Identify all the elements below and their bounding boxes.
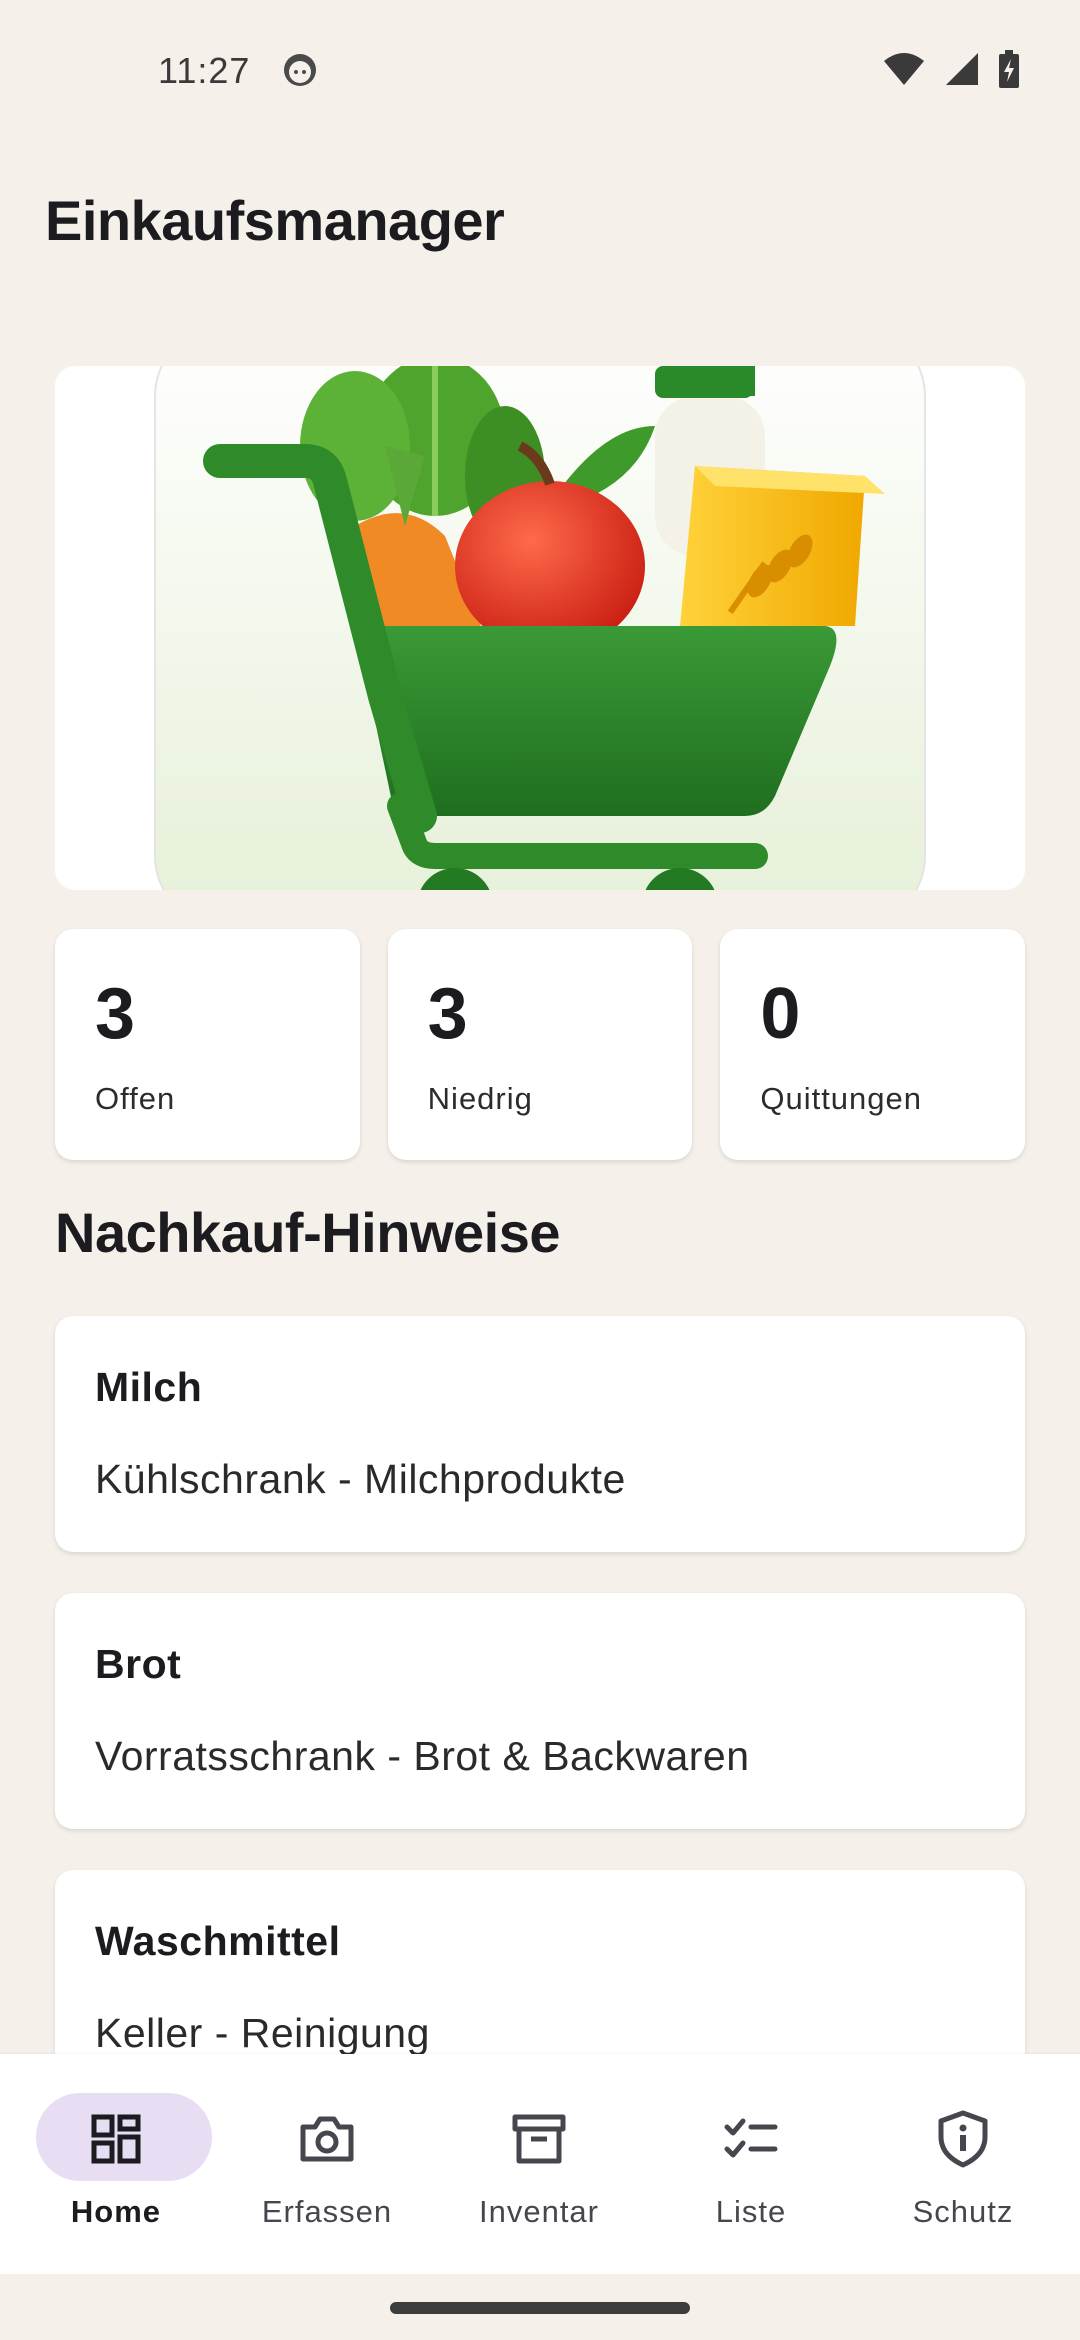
status-icons	[882, 50, 1020, 88]
hint-location: Kühlschrank - Milchprodukte	[95, 1456, 626, 1502]
nav-label-liste: Liste	[715, 2194, 787, 2229]
hint-location: Vorratsschrank - Brot & Backwaren	[95, 1733, 750, 1779]
hint-location: Keller - Reinigung	[95, 2010, 430, 2056]
camera-icon	[300, 2116, 354, 2162]
stat-label: Quittungen	[760, 1081, 923, 1116]
nav-label-home: Home	[70, 2194, 162, 2229]
stat-card-quittungen[interactable]: 0 Quittungen	[720, 929, 1026, 1160]
signal-icon	[946, 53, 978, 85]
bottom-navigation: Home Erfassen Inventar Liste Schutz	[0, 2054, 1080, 2274]
nav-item-schutz[interactable]: Schutz	[855, 2054, 1071, 2274]
nav-item-liste[interactable]: Liste	[643, 2054, 859, 2274]
stat-card-offen[interactable]: 3 Offen	[55, 929, 360, 1160]
battery-charging-icon	[999, 50, 1019, 88]
face-icon	[284, 54, 316, 86]
stat-label: Niedrig	[427, 1081, 533, 1116]
nav-item-home[interactable]: Home	[8, 2054, 224, 2274]
stat-value: 3	[427, 974, 468, 1054]
hint-card-brot[interactable]: Brot Vorratsschrank - Brot & Backwaren	[55, 1593, 1025, 1829]
page-title: Einkaufsmanager	[45, 189, 505, 252]
hint-name: Brot	[95, 1641, 182, 1687]
stat-card-niedrig[interactable]: 3 Niedrig	[387, 929, 693, 1160]
hint-card-milch[interactable]: Milch Kühlschrank - Milchprodukte	[55, 1316, 1025, 1552]
nav-label-erfassen: Erfassen	[261, 2194, 393, 2229]
home-gesture-handle[interactable]	[390, 2302, 690, 2314]
nav-label-schutz: Schutz	[912, 2194, 1014, 2229]
shield-info-icon	[938, 2110, 988, 2168]
archive-box-icon	[512, 2114, 566, 2164]
checklist-icon	[724, 2118, 778, 2158]
hero-card	[55, 366, 1025, 890]
stat-value: 0	[760, 974, 801, 1054]
nav-item-erfassen[interactable]: Erfassen	[219, 2054, 435, 2274]
gesture-area	[0, 2274, 1080, 2340]
hint-name: Milch	[95, 1364, 203, 1410]
shopping-cart-illustration	[154, 366, 926, 890]
stat-label: Offen	[95, 1081, 176, 1116]
dashboard-icon	[91, 2114, 141, 2164]
stats-row: 3 Offen 3 Niedrig 0 Quittungen	[55, 929, 1026, 1160]
stat-value: 3	[95, 974, 136, 1054]
section-title: Nachkauf-Hinweise	[55, 1201, 561, 1264]
hint-name: Waschmittel	[95, 1918, 341, 1964]
status-bar: 11:27	[0, 0, 1080, 140]
status-time: 11:27	[158, 50, 251, 91]
nav-label-inventar: Inventar	[478, 2194, 599, 2229]
wifi-icon	[884, 53, 924, 85]
nav-item-inventar[interactable]: Inventar	[431, 2054, 647, 2274]
